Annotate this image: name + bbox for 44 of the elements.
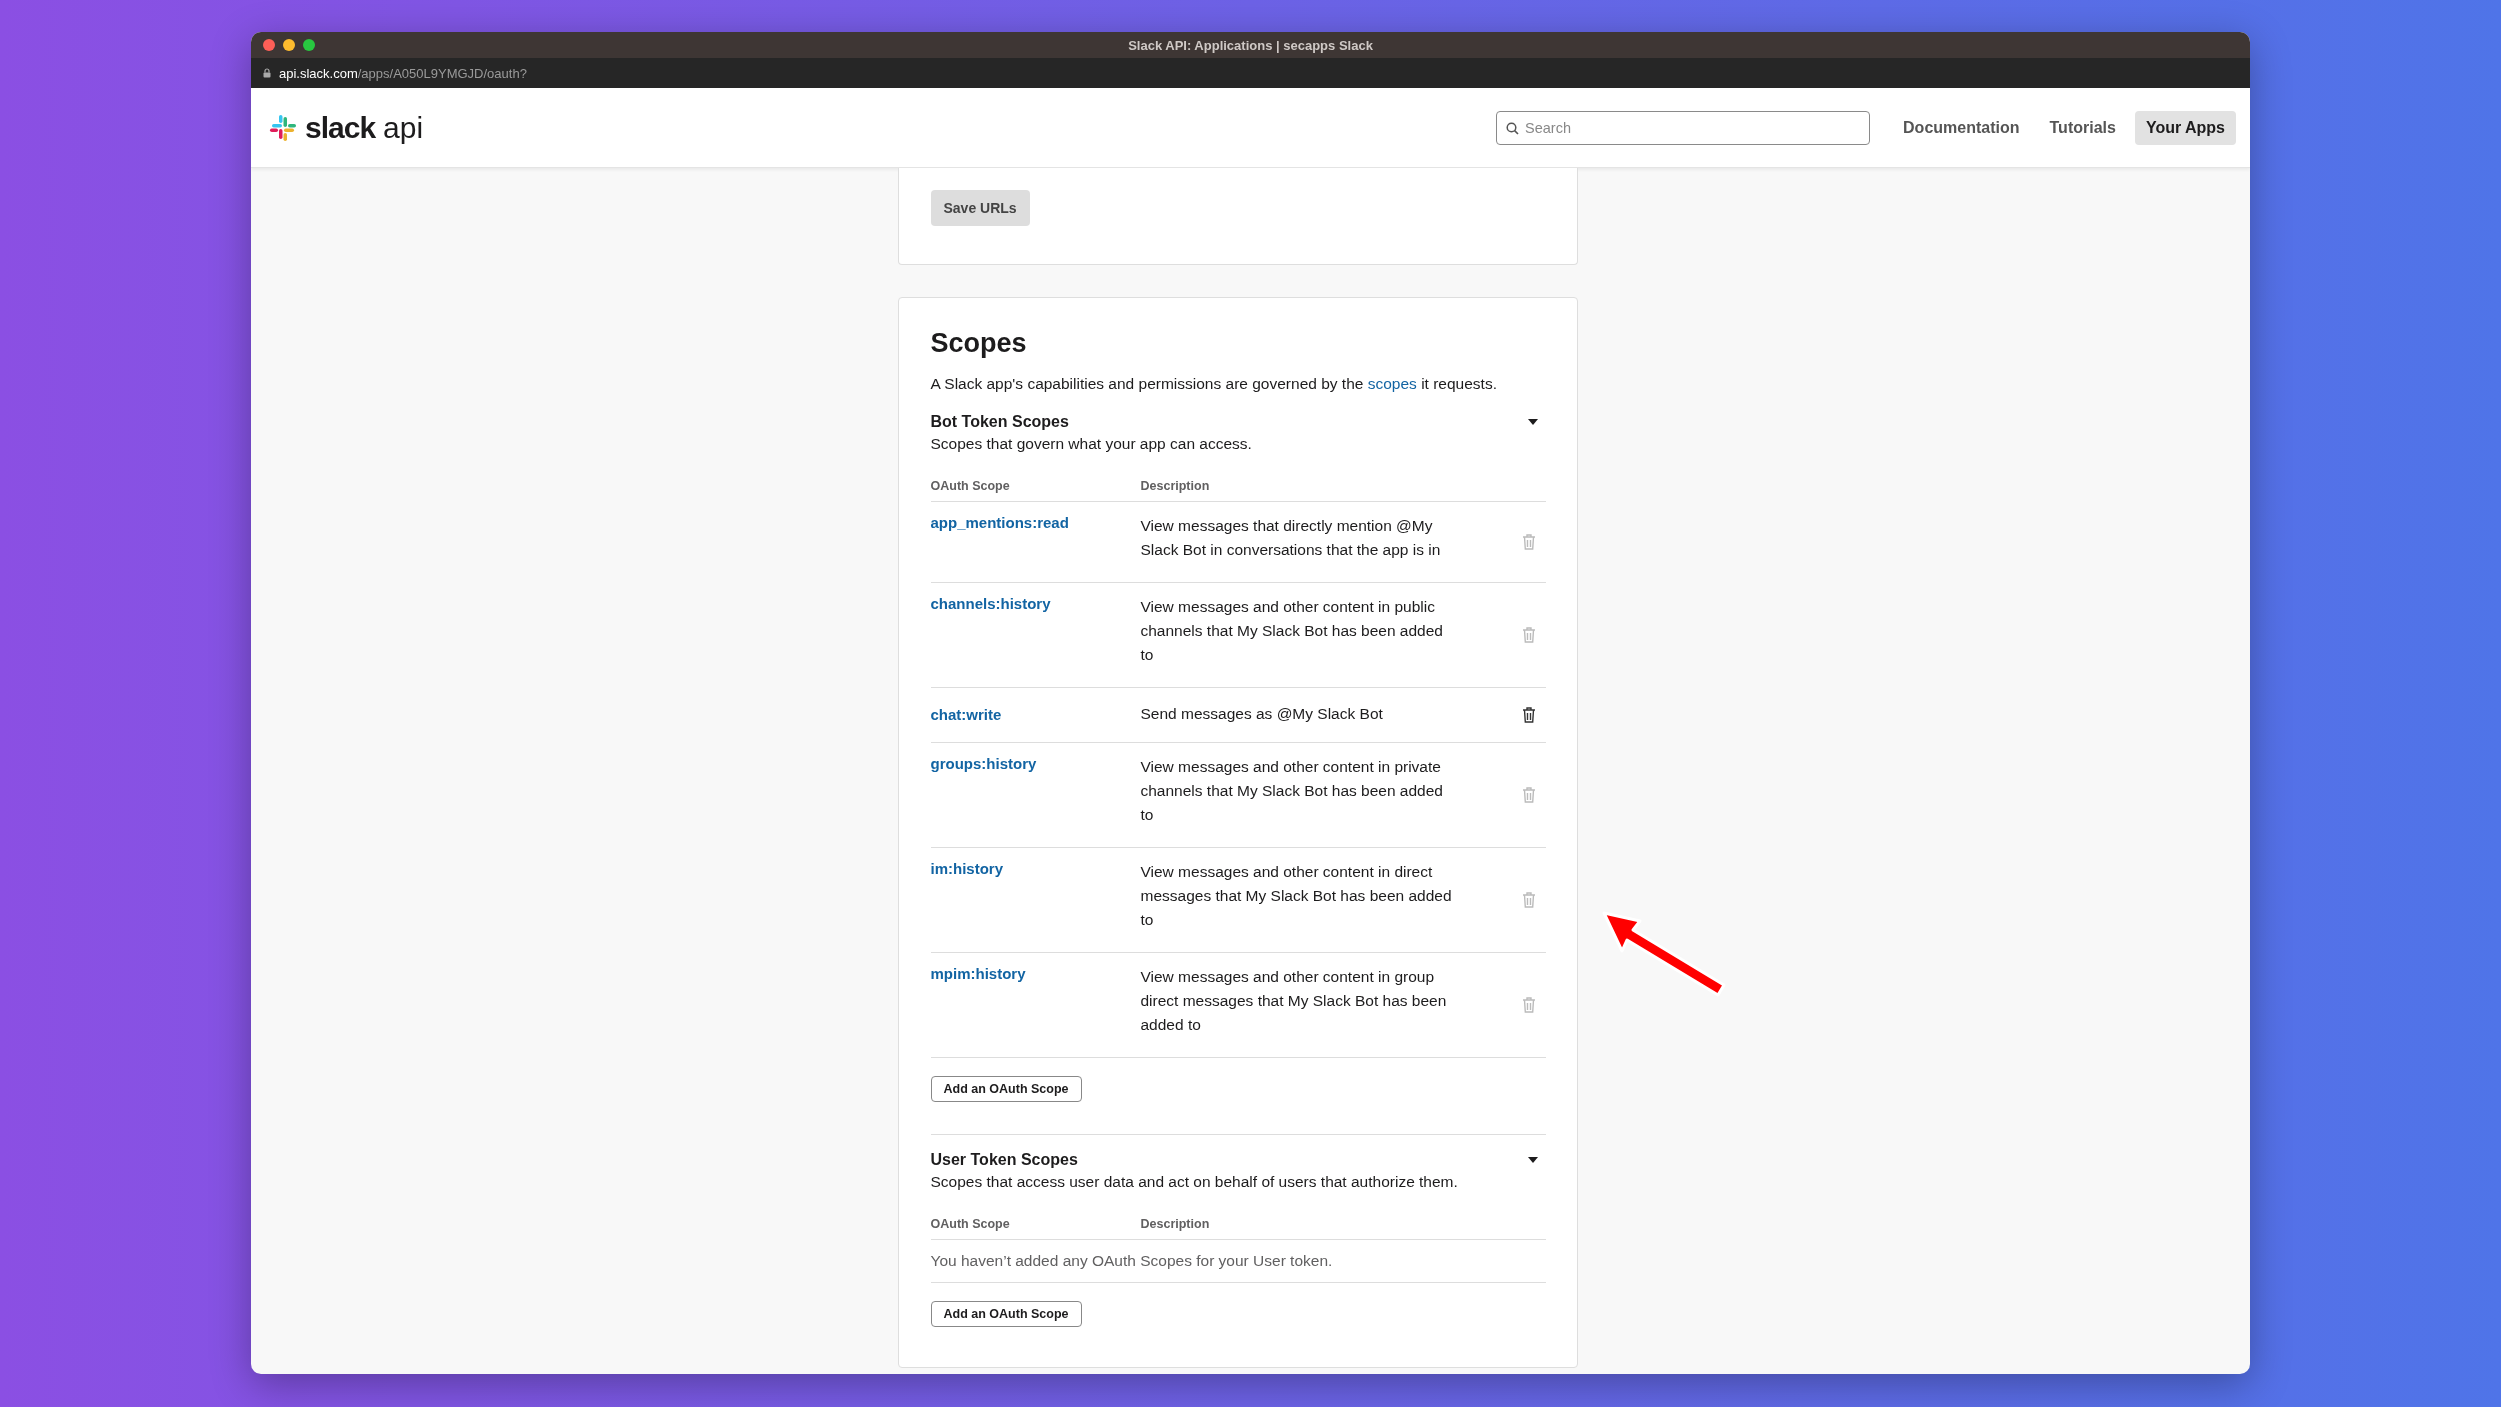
subsection-title: Bot Token Scopes — [930, 413, 1070, 431]
trash-icon[interactable] — [1521, 706, 1536, 724]
logo-suffix[interactable]: api — [383, 110, 424, 145]
window-title: Slack API: Applications | secapps Slack — [1128, 37, 1373, 53]
scope-link[interactable]: im:history — [930, 860, 1141, 877]
minimize-button[interactable] — [283, 39, 295, 51]
add-scope-button[interactable]: Add an OAuth Scope — [930, 1301, 1082, 1327]
scope-description: View messages and other content in public channels that My Slack Bot has been added to — [1140, 597, 1444, 665]
caret-icon[interactable] — [1527, 419, 1538, 426]
scope-description: View messages and other content in direct messages that My Slack Bot has been added to — [1140, 862, 1453, 930]
scope-description: View messages and other content in private channels that My Slack Bot has been added to — [1140, 757, 1444, 825]
scope-description: View messages and other content in group direct messages that My Slack Bot has been added to — [1140, 967, 1448, 1035]
save-urls-button[interactable]: Save URLs — [930, 190, 1030, 226]
column-header: OAuth Scope — [930, 1217, 1011, 1231]
column-header: OAuth Scope — [930, 479, 1011, 493]
scope-description: View messages that directly mention @My Slack Bot in conversations that the app is in — [1140, 516, 1442, 560]
lock-icon — [263, 68, 271, 78]
column-header: Description — [1140, 1217, 1210, 1231]
scope-link[interactable]: groups:history — [930, 755, 1141, 772]
scope-link[interactable]: channels:history — [930, 595, 1141, 612]
subsection-description: Scopes that govern what your app can access. — [930, 435, 1252, 453]
scopes-link[interactable]: scopes — [1367, 375, 1417, 392]
column-header: Description — [1140, 479, 1210, 493]
subsection-title: User Token Scopes — [930, 1151, 1079, 1169]
close-button[interactable] — [263, 39, 275, 51]
scope-link[interactable]: app_mentions:read — [930, 514, 1141, 531]
search-field[interactable]: Search — [1496, 110, 1871, 145]
add-scope-button[interactable]: Add an OAuth Scope — [930, 1076, 1082, 1102]
logo-wordmark[interactable]: slack — [305, 110, 376, 145]
subsection-description: Scopes that access user data and act on behalf of users that authorize them. — [930, 1173, 1458, 1191]
nav-link[interactable]: Tutorials — [2038, 110, 2127, 145]
slack-logo-icon[interactable] — [269, 113, 297, 142]
address-bar[interactable]: api.slack.com/apps/A050L9YMGJD/oauth? — [279, 65, 527, 81]
search-icon — [1506, 121, 1520, 135]
section-heading: Scopes — [930, 328, 1028, 359]
scope-link[interactable]: chat:write — [930, 705, 1141, 723]
nav-link[interactable]: Your Apps — [2134, 110, 2236, 145]
caret-icon[interactable] — [1527, 1157, 1538, 1164]
nav-link[interactable]: Documentation — [1892, 110, 2031, 145]
intro-text: A Slack app's capabilities and permissions are governed by the scopes it requests. — [930, 375, 1498, 393]
scope-description: Send messages as @My Slack Bot — [1140, 704, 1384, 724]
empty-message: You haven’t added any OAuth Scopes for your User token. — [930, 1240, 1546, 1283]
zoom-button[interactable] — [303, 39, 315, 51]
scope-link[interactable]: mpim:history — [930, 965, 1141, 982]
